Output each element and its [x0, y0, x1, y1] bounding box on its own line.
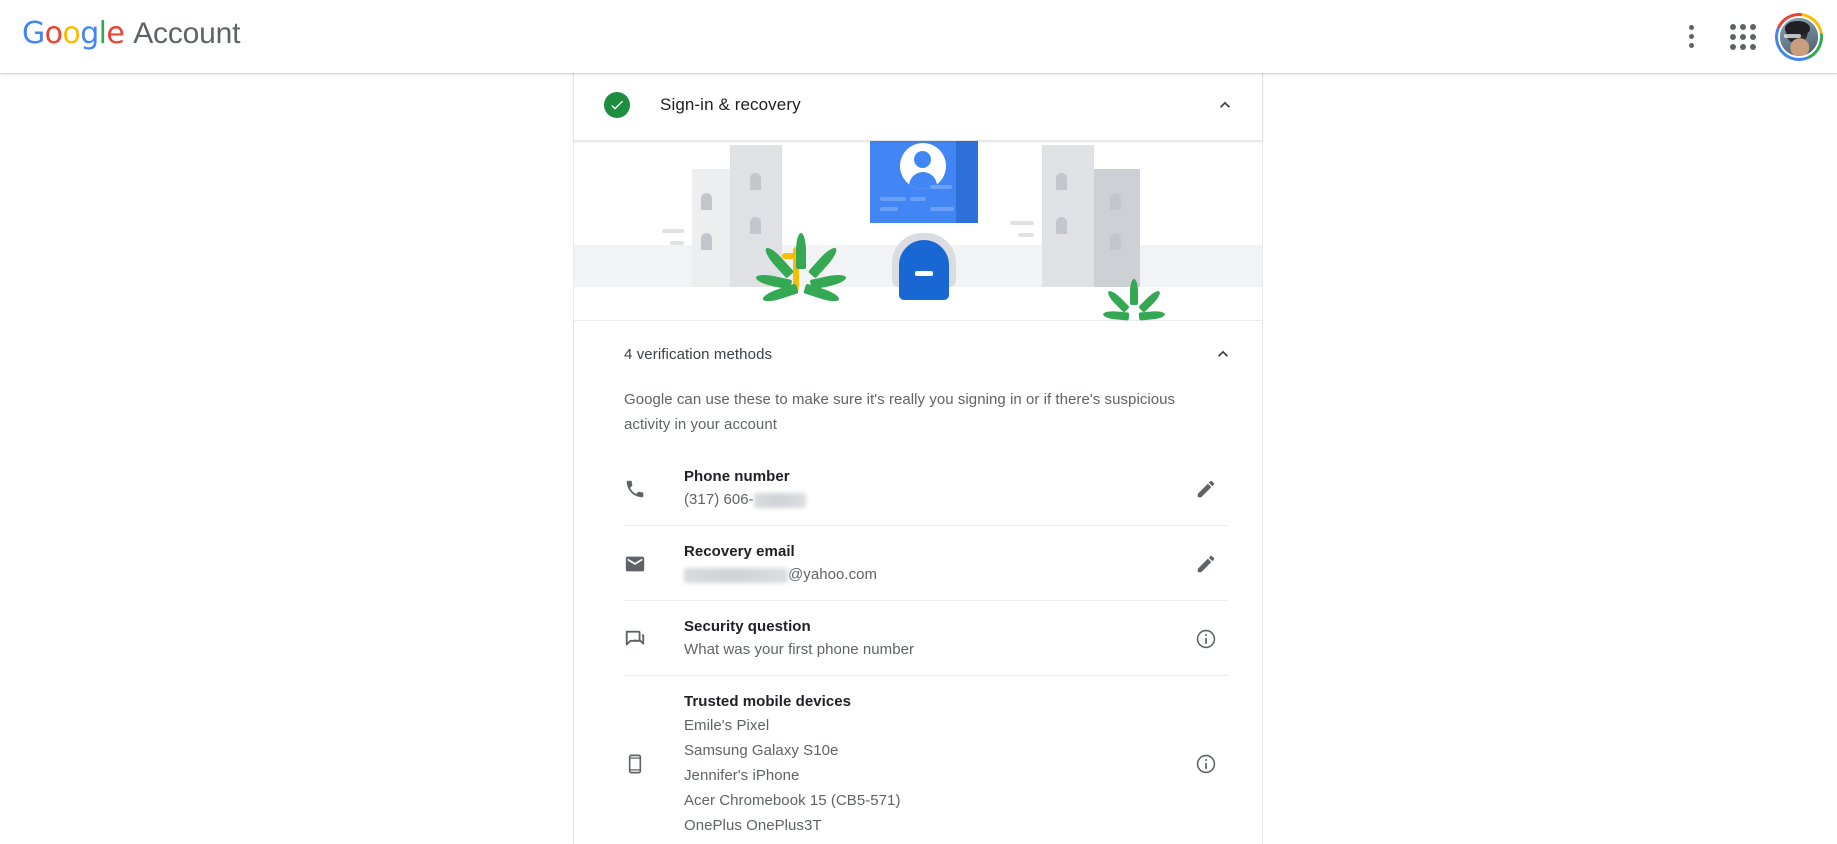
google-logo: Google — [22, 16, 125, 51]
phone-number-value-text: (317) 606- — [684, 491, 754, 508]
green-check-circle-icon — [604, 92, 630, 118]
verification-methods-panel: 4 verification methods Google can use th… — [573, 321, 1263, 844]
pencil-edit-icon[interactable] — [1184, 542, 1228, 586]
verification-methods-list: Phone number (317) 606- Recovery email @… — [574, 437, 1262, 844]
id-card-avatar-icon — [900, 143, 946, 189]
info-circle-icon[interactable] — [1184, 742, 1228, 786]
trusted-device-item: Emile's Pixel — [684, 717, 770, 734]
apps-grid-glyph — [1730, 23, 1756, 50]
recovery-email-redaction — [684, 567, 788, 583]
three-dots-glyph — [1688, 25, 1694, 48]
phone-number-label: Phone number — [684, 468, 790, 485]
verification-row-phone-number[interactable]: Phone number (317) 606- — [574, 451, 1262, 526]
security-question-value: What was your first phone number — [684, 641, 915, 658]
id-card-graphic — [870, 135, 978, 223]
product-name: Account — [133, 17, 241, 50]
shield-lock-graphic — [892, 233, 956, 300]
trusted-device-item: OnePlus OnePlus3T — [684, 817, 822, 834]
deco-dash-right-2 — [1018, 233, 1034, 237]
chevron-up-icon[interactable] — [1212, 343, 1234, 365]
trusted-device-item: Acer Chromebook 15 (CB5-571) — [684, 792, 901, 809]
verification-methods-title: 4 verification methods — [624, 345, 773, 363]
trusted-devices-texts: Trusted mobile devices Emile's Pixel Sam… — [684, 676, 1184, 844]
verification-methods-description: Google can use these to make sure it's r… — [624, 391, 1176, 433]
verification-row-trusted-devices[interactable]: Trusted mobile devices Emile's Pixel Sam… — [574, 676, 1262, 844]
trusted-devices-label: Trusted mobile devices — [684, 693, 851, 710]
sign-in-recovery-title: Sign-in & recovery — [660, 95, 801, 114]
phone-number-redaction — [753, 492, 806, 508]
mobile-device-icon — [624, 753, 654, 775]
phone-number-value: (317) 606- — [684, 488, 1184, 512]
three-dots-vertical-icon[interactable] — [1667, 13, 1715, 61]
deco-dash-left-2 — [670, 241, 684, 245]
security-question-texts: Security question What was your first ph… — [684, 601, 1184, 676]
trusted-device-item: Samsung Galaxy S10e — [684, 742, 839, 759]
security-question-icon — [624, 628, 654, 650]
chevron-up-icon[interactable] — [1214, 94, 1236, 116]
avatar-glasses — [1783, 34, 1802, 39]
deco-dash-right-1 — [1010, 221, 1034, 225]
phone-number-texts: Phone number (317) 606- — [684, 451, 1184, 526]
mail-icon — [624, 553, 654, 575]
trusted-device-item: Jennifer's iPhone — [684, 767, 800, 784]
deco-dash-left-1 — [662, 229, 684, 233]
app-bar-actions — [1667, 0, 1827, 73]
verification-row-recovery-email[interactable]: Recovery email @yahoo.com — [574, 526, 1262, 601]
castle-tower-right-outer — [1094, 169, 1140, 287]
recovery-email-domain: @yahoo.com — [788, 566, 878, 583]
security-question-label: Security question — [684, 618, 811, 635]
google-account-brand[interactable]: Google Account — [22, 16, 240, 51]
sign-in-recovery-section-header[interactable]: Sign-in & recovery — [573, 73, 1263, 141]
avatar-hair — [1785, 20, 1811, 35]
verification-methods-header[interactable]: 4 verification methods — [574, 321, 1262, 387]
avatar-image — [1778, 15, 1820, 58]
page-scroll-area[interactable]: out of your account — [0, 73, 1837, 844]
verification-row-security-question[interactable]: Security question What was your first ph… — [574, 601, 1262, 676]
info-circle-icon[interactable] — [1184, 617, 1228, 661]
castle-tower-right-inner — [1042, 145, 1094, 287]
recovery-email-texts: Recovery email @yahoo.com — [684, 526, 1184, 601]
phone-icon — [624, 478, 654, 500]
account-avatar[interactable] — [1775, 12, 1823, 61]
pencil-edit-icon[interactable] — [1184, 467, 1228, 511]
top-app-bar: Google Account — [0, 0, 1837, 73]
recovery-email-label: Recovery email — [684, 543, 795, 560]
recovery-email-value: @yahoo.com — [684, 563, 1184, 587]
google-apps-grid-icon[interactable] — [1719, 13, 1767, 61]
